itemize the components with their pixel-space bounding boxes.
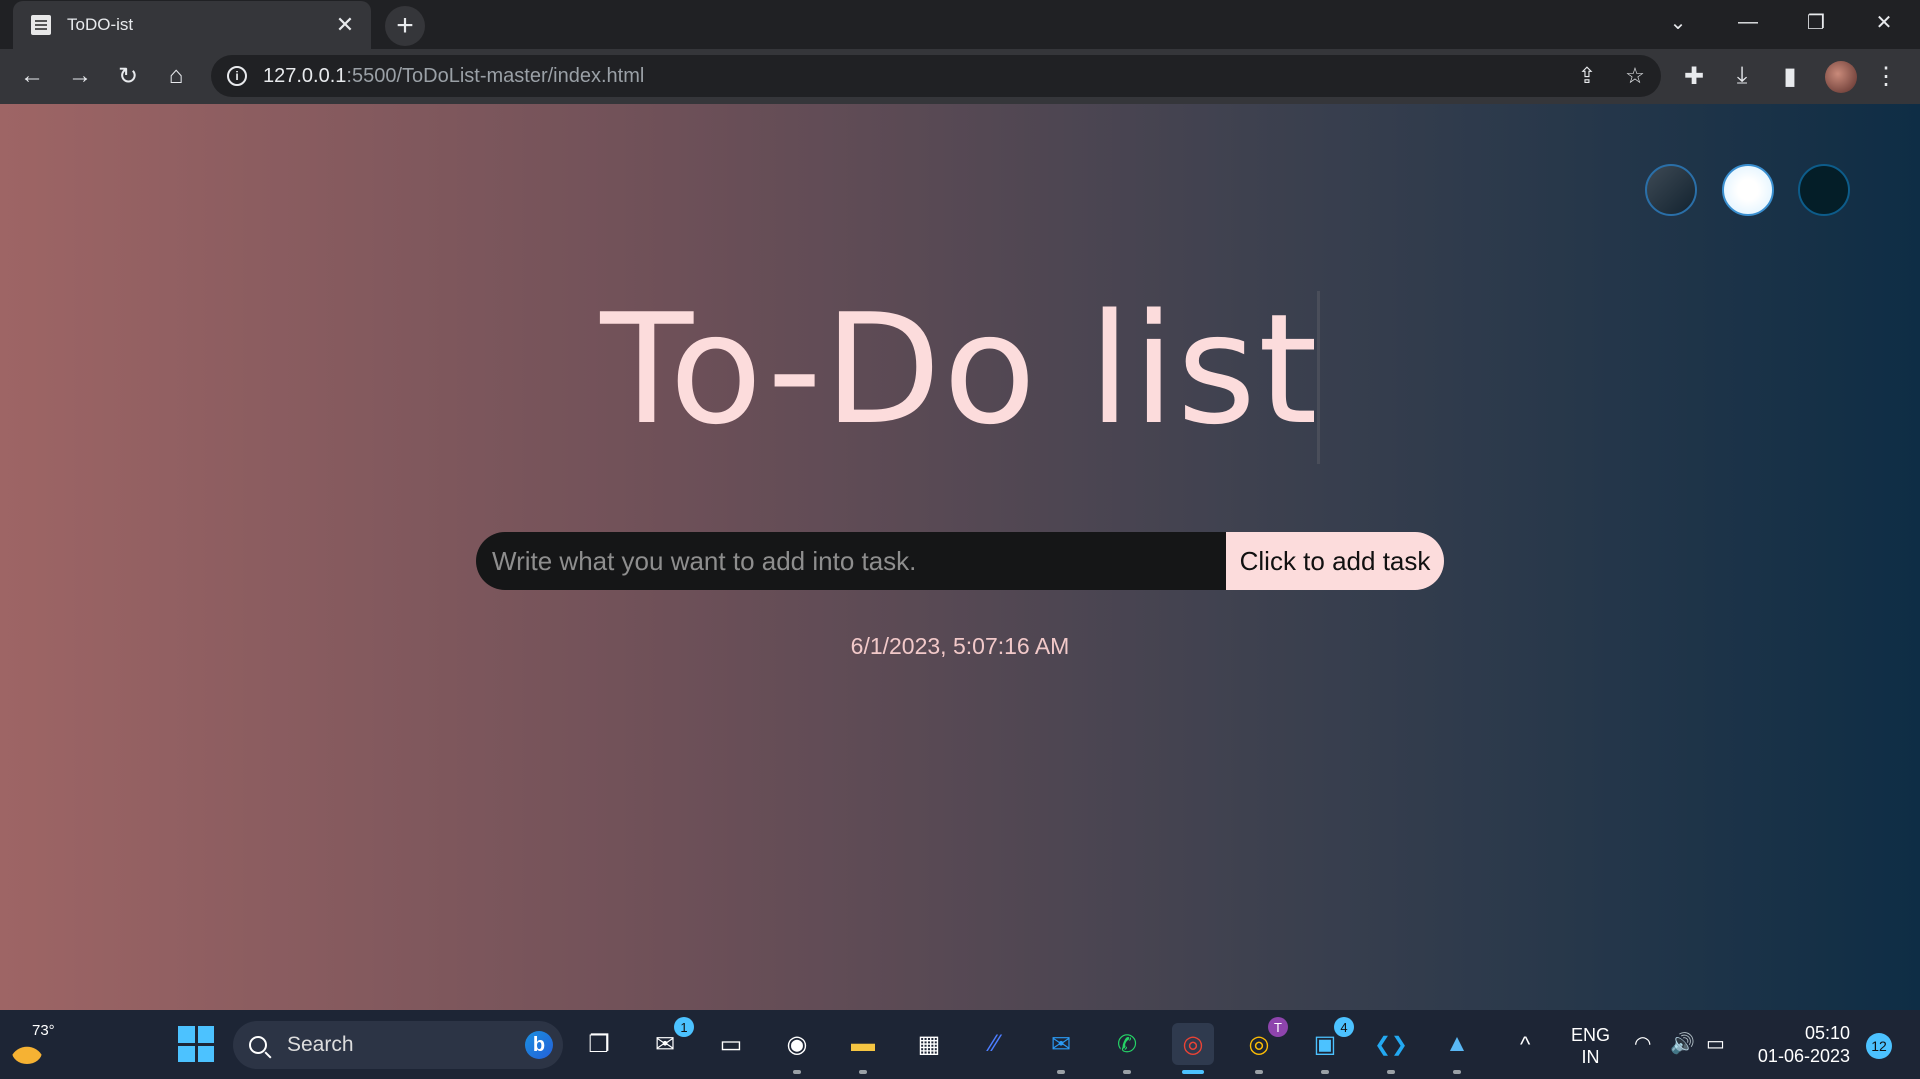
new-tab-button[interactable]: +: [385, 6, 425, 46]
task-view-icon[interactable]: ❐: [578, 1023, 620, 1065]
microsoft-store-icon[interactable]: ▦: [908, 1023, 950, 1065]
side-panel-icon[interactable]: ▮: [1771, 57, 1809, 95]
clock-date: 01-06-2023: [1757, 1046, 1850, 1066]
edge-icon[interactable]: ◉: [776, 1023, 818, 1074]
search-icon: [249, 1036, 267, 1054]
wifi-icon[interactable]: ◠: [1634, 1031, 1651, 1056]
title-cursor: [1317, 291, 1320, 464]
photos-icon[interactable]: ▲: [1436, 1023, 1478, 1074]
show-hidden-icons-chevron-icon[interactable]: ^: [1520, 1032, 1530, 1058]
language-indicator[interactable]: ENG IN: [1571, 1024, 1610, 1068]
profile-avatar[interactable]: [1825, 61, 1857, 93]
menu-icon[interactable]: ⋮: [1867, 57, 1905, 95]
task-input[interactable]: [476, 532, 1226, 590]
windows-taskbar: 73° Search b ❐ ✉ 1 ▭ ◉ ▬ ▦ ⁄⁄ ✉ ✆ ◎ ◎ T ▣ 4…: [0, 1010, 1920, 1079]
tab-strip: ToDO-ist ✕ + ⌄ — ❐ ✕: [0, 0, 1920, 49]
chrome-icon[interactable]: ◎: [1172, 1023, 1214, 1074]
search-label: Search: [287, 1033, 354, 1056]
standard-theme-button[interactable]: [1645, 164, 1697, 216]
chrome-profile-icon[interactable]: ◎ T: [1238, 1017, 1288, 1074]
notification-badge[interactable]: 12: [1866, 1033, 1892, 1059]
tab-close-icon[interactable]: ✕: [331, 12, 359, 38]
volume-icon[interactable]: 🔊: [1670, 1031, 1695, 1056]
vscode-icon[interactable]: ❮❯: [1370, 1023, 1412, 1074]
darker-theme-button[interactable]: [1798, 164, 1850, 216]
url-host: 127.0.0.1: [263, 64, 347, 87]
windows-app-badge: 4: [1334, 1017, 1354, 1037]
teams-icon[interactable]: ✉ 1: [644, 1017, 694, 1065]
chrome-profile-badge: T: [1268, 1017, 1288, 1037]
todo-page: To-Do list Click to add task 6/1/2023, 5…: [0, 104, 1920, 1010]
teams-badge: 1: [674, 1017, 694, 1037]
tab-search-icon[interactable]: ⌄: [1658, 4, 1698, 40]
taskbar-search[interactable]: Search b: [233, 1021, 563, 1069]
notepad-favicon-icon: [31, 15, 51, 35]
share-icon[interactable]: ⇪: [1570, 59, 1604, 93]
url-text[interactable]: 127.0.0.1:5500/ToDoList-master/index.htm…: [263, 65, 644, 88]
site-info-icon[interactable]: i: [227, 66, 247, 86]
language-region: IN: [1581, 1047, 1600, 1067]
extensions-icon[interactable]: ✚: [1675, 57, 1713, 95]
url-path: :5500/ToDoList-master/index.html: [346, 64, 645, 87]
weather-temperature: 73°: [32, 1022, 55, 1039]
forward-icon[interactable]: →: [61, 57, 99, 95]
weather-sun-icon: [12, 1040, 42, 1064]
whatsapp-icon[interactable]: ✆: [1106, 1023, 1148, 1074]
windows-app-icon[interactable]: ▣ 4: [1304, 1017, 1354, 1074]
start-button[interactable]: [178, 1026, 214, 1062]
current-datetime: 6/1/2023, 5:07:16 AM: [850, 633, 1070, 659]
remote-desktop-icon[interactable]: ▭: [710, 1023, 752, 1065]
light-theme-button[interactable]: [1722, 164, 1774, 216]
file-explorer-icon[interactable]: ▬: [842, 1023, 884, 1074]
reload-icon[interactable]: ↻: [109, 57, 147, 95]
add-task-form: Click to add task: [476, 532, 1444, 590]
mail-icon[interactable]: ✉: [1040, 1023, 1082, 1074]
app-icon[interactable]: ⁄⁄: [974, 1023, 1016, 1065]
battery-icon[interactable]: ▭: [1706, 1031, 1725, 1056]
add-task-button[interactable]: Click to add task: [1226, 532, 1444, 590]
close-window-button[interactable]: ✕: [1864, 4, 1904, 40]
address-bar[interactable]: i 127.0.0.1:5500/ToDoList-master/index.h…: [211, 55, 1661, 97]
back-icon[interactable]: ←: [13, 57, 51, 95]
restore-button[interactable]: ❐: [1796, 4, 1836, 40]
clock-time: 05:10: [1804, 1023, 1850, 1043]
browser-toolbar: ← → ↻ ⌂ i 127.0.0.1:5500/ToDoList-master…: [0, 49, 1920, 104]
bing-icon[interactable]: b: [525, 1031, 553, 1059]
page-title: To-Do list: [600, 281, 1320, 458]
browser-tab[interactable]: ToDO-ist ✕: [13, 1, 371, 49]
minimize-button[interactable]: —: [1728, 4, 1768, 40]
bookmark-star-icon[interactable]: ☆: [1618, 59, 1652, 93]
home-icon[interactable]: ⌂: [157, 57, 195, 95]
tab-title: ToDO-ist: [67, 15, 134, 34]
windows-logo-icon: [178, 1026, 195, 1043]
download-icon[interactable]: ⤓: [1723, 57, 1761, 95]
language-code: ENG: [1571, 1025, 1611, 1045]
system-clock[interactable]: 05:10 01-06-2023: [1752, 1022, 1850, 1068]
weather-widget[interactable]: 73°: [10, 1022, 55, 1068]
